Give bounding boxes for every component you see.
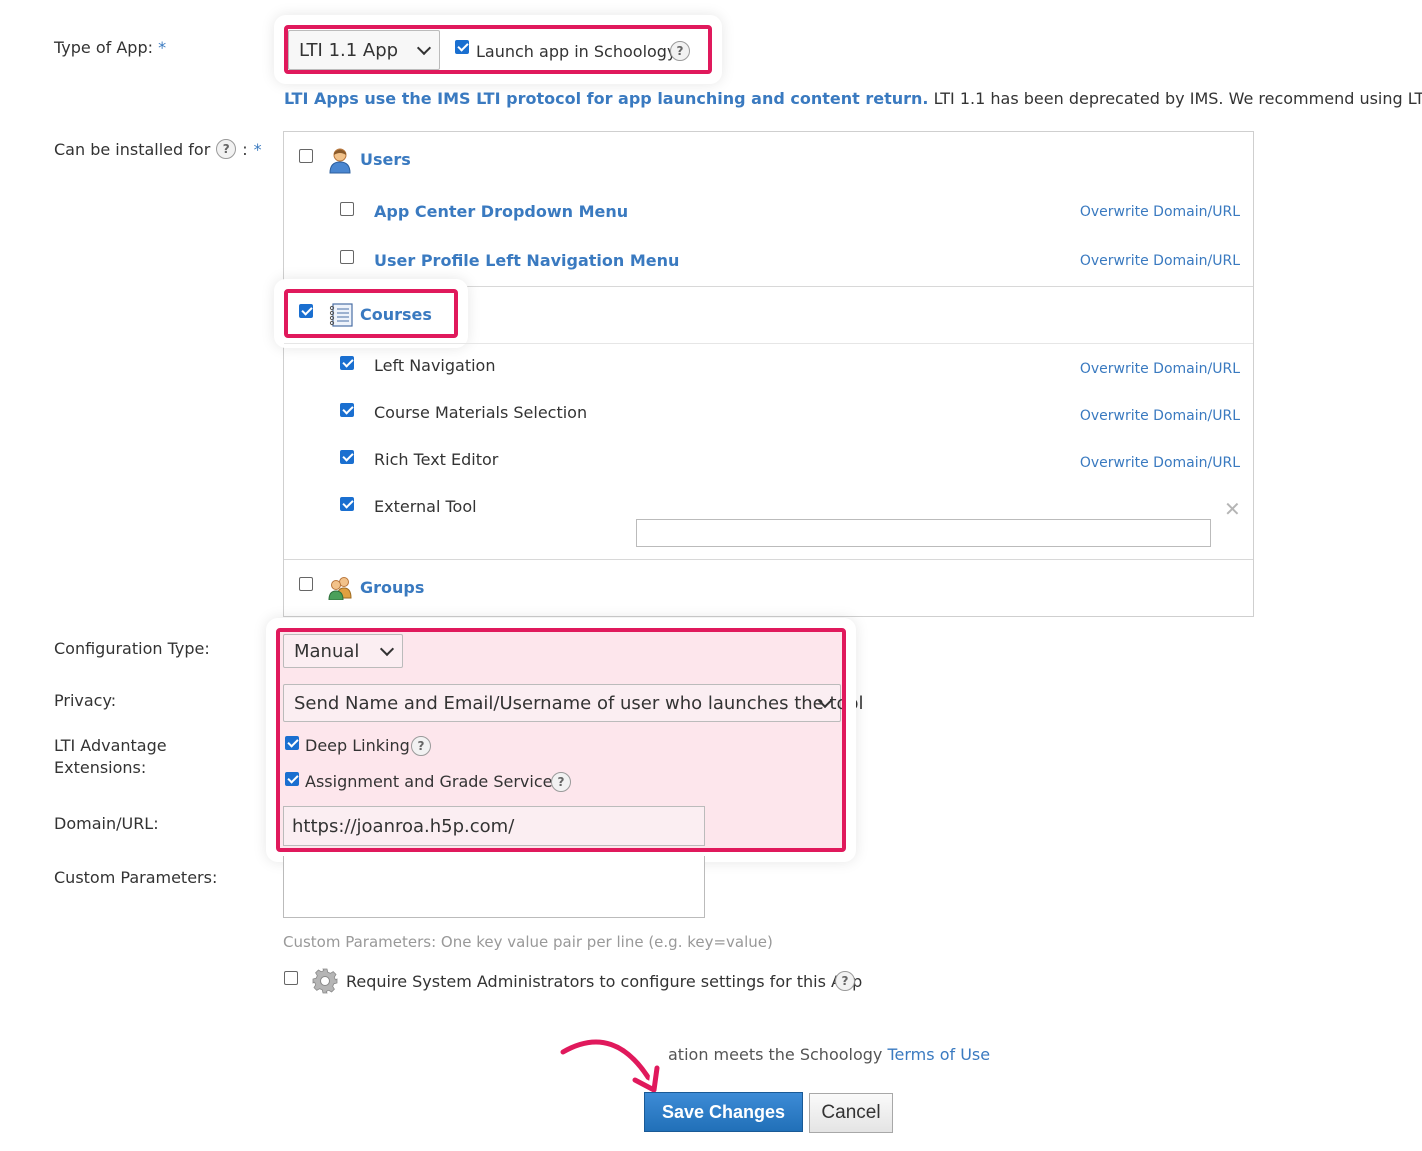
domain-url-label: Domain/URL: [54, 814, 159, 833]
terms-of-use-link[interactable]: Terms of Use [887, 1045, 990, 1064]
require-admin-label: Require System Administrators to configu… [346, 972, 863, 991]
overwrite-domain-link[interactable]: Overwrite Domain/URL [1080, 455, 1240, 471]
group-icon [327, 576, 355, 601]
overwrite-domain-link[interactable]: Overwrite Domain/URL [1080, 408, 1240, 424]
installed-for-text: Can be installed for [54, 139, 211, 159]
lti-deprecation-note: LTI 1.1 has been deprecated by IMS. We r… [928, 89, 1422, 108]
lti-protocol-link[interactable]: LTI Apps use the IMS LTI protocol for ap… [284, 89, 928, 108]
terms-text: ation meets the Schoology Terms of Use [668, 1045, 990, 1064]
type-of-app-text: Type of App: [54, 38, 153, 57]
app-center-dropdown-checkbox[interactable] [340, 202, 354, 216]
save-changes-button[interactable]: Save Changes [644, 1092, 803, 1132]
users-label[interactable]: Users [360, 150, 411, 169]
required-mark: * [253, 139, 262, 159]
rich-text-editor-checkbox[interactable] [340, 450, 354, 464]
user-profile-nav-checkbox[interactable] [340, 250, 354, 264]
left-navigation-checkbox[interactable] [340, 356, 354, 370]
save-changes-label: Save Changes [661, 1101, 786, 1122]
type-of-app-label: Type of App: * [54, 38, 166, 57]
external-tool-url-input[interactable] [636, 519, 1211, 547]
lti-info-text: LTI Apps use the IMS LTI protocol for ap… [284, 89, 1422, 108]
external-tool-label: External Tool [374, 497, 477, 516]
installed-for-colon: : [242, 139, 248, 159]
custom-parameters-label: Custom Parameters: [54, 868, 218, 887]
curved-arrow-icon [555, 1030, 675, 1100]
course-materials-selection-label: Course Materials Selection [374, 403, 588, 422]
cancel-button[interactable]: Cancel [809, 1093, 893, 1133]
left-navigation-label: Left Navigation [374, 356, 496, 375]
custom-parameters-textarea[interactable] [283, 856, 705, 918]
user-icon [327, 146, 353, 174]
divider [284, 343, 1253, 344]
highlight-box-config [276, 628, 846, 852]
groups-checkbox[interactable] [299, 577, 313, 591]
lti-advantage-extensions-label: LTI Advantage Extensions: [54, 735, 167, 779]
required-mark: * [158, 38, 167, 57]
highlight-box-app-type [284, 25, 712, 74]
close-icon[interactable]: ✕ [1224, 497, 1241, 521]
rich-text-editor-label: Rich Text Editor [374, 450, 499, 469]
overwrite-domain-link[interactable]: Overwrite Domain/URL [1080, 204, 1240, 220]
external-tool-checkbox[interactable] [340, 497, 354, 511]
require-admin-checkbox[interactable] [284, 971, 298, 985]
divider [284, 559, 1253, 560]
help-icon[interactable]: ? [835, 971, 855, 991]
configuration-type-label: Configuration Type: [54, 639, 210, 658]
overwrite-domain-link[interactable]: Overwrite Domain/URL [1080, 253, 1240, 269]
divider [284, 286, 1253, 287]
custom-parameters-hint: Custom Parameters: One key value pair pe… [283, 933, 773, 951]
gear-icon [312, 968, 338, 994]
app-center-dropdown-label[interactable]: App Center Dropdown Menu [374, 202, 628, 221]
cancel-label: Cancel [821, 1102, 881, 1123]
installed-for-label: Can be installed for ? : * [54, 139, 262, 159]
extensions-label-line2: Extensions: [54, 758, 147, 777]
help-icon[interactable]: ? [216, 139, 237, 159]
users-checkbox[interactable] [299, 149, 313, 163]
terms-prefix: ation meets the Schoology [668, 1045, 883, 1064]
overwrite-domain-link[interactable]: Overwrite Domain/URL [1080, 361, 1240, 377]
highlight-box-courses [284, 289, 458, 338]
extensions-label-line1: LTI Advantage [54, 736, 167, 755]
course-materials-selection-checkbox[interactable] [340, 403, 354, 417]
privacy-label: Privacy: [54, 691, 117, 710]
groups-label[interactable]: Groups [360, 578, 424, 597]
user-profile-nav-label[interactable]: User Profile Left Navigation Menu [374, 251, 679, 270]
